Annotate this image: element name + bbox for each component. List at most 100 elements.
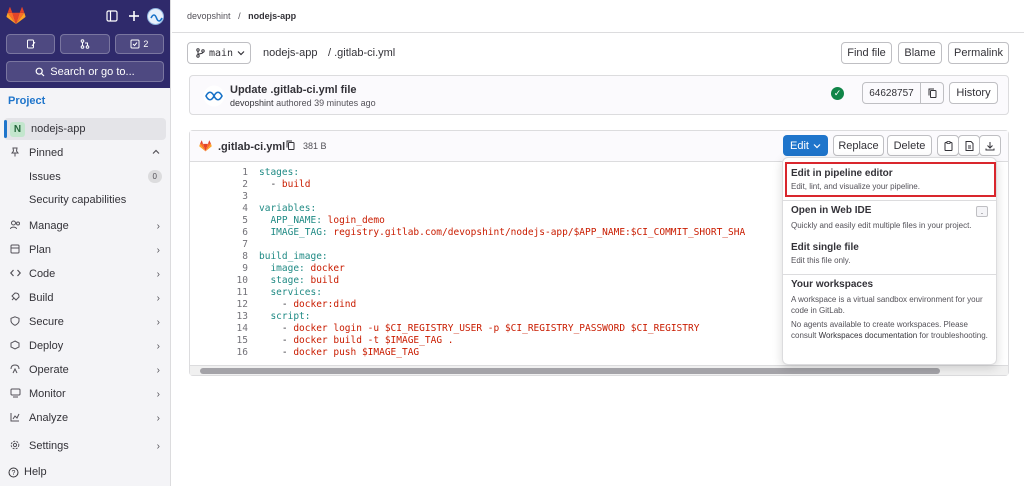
- line-number[interactable]: 4: [210, 203, 248, 215]
- commit-sha[interactable]: 64628757: [863, 83, 921, 103]
- line-number[interactable]: 8: [210, 251, 248, 263]
- workspaces-desc: A workspace is a virtual sandbox environ…: [791, 295, 983, 315]
- line-number[interactable]: 10: [210, 275, 248, 287]
- author-avatar[interactable]: [203, 85, 225, 107]
- chevron-right-icon: ›: [156, 440, 160, 452]
- breadcrumb-group[interactable]: devopshint: [187, 11, 231, 21]
- pipeline-passed-icon[interactable]: ✓: [831, 87, 844, 100]
- replace-button[interactable]: Replace: [833, 135, 884, 156]
- commit-sha-group: 64628757: [862, 82, 944, 104]
- sidebar-item-operate[interactable]: Operate ›: [0, 358, 170, 382]
- gear-icon: [8, 440, 22, 453]
- commit-title[interactable]: Update .gitlab-ci.yml file: [230, 84, 357, 96]
- line-number[interactable]: 14: [210, 323, 248, 335]
- search-label: Search or go to...: [50, 65, 135, 78]
- permalink-button[interactable]: Permalink: [948, 42, 1009, 64]
- search-button[interactable]: Search or go to...: [6, 61, 164, 82]
- menu-divider: [783, 200, 996, 201]
- project-name: nodejs-app: [31, 123, 86, 135]
- edit-dropdown-button[interactable]: Edit: [783, 135, 828, 156]
- todos-button[interactable]: 2: [114, 34, 164, 54]
- sidebar-item-monitor[interactable]: Monitor ›: [0, 382, 170, 406]
- sidebar-item-analyze[interactable]: Analyze ›: [0, 406, 170, 430]
- shield-icon: [8, 315, 22, 329]
- file-size: 381 B: [303, 141, 327, 151]
- deploy-icon: [8, 339, 22, 353]
- scrollbar-thumb[interactable]: [200, 368, 940, 374]
- toggle-sidebar-icon[interactable]: [103, 7, 121, 25]
- line-number[interactable]: 9: [210, 263, 248, 275]
- line-number[interactable]: 1: [210, 167, 248, 179]
- sidebar-item-manage[interactable]: Manage ›: [0, 214, 170, 238]
- plan-label: Plan: [29, 244, 52, 256]
- line-number[interactable]: 6: [210, 227, 248, 239]
- edit-dropdown-menu: Edit in pipeline editor Edit, lint, and …: [782, 157, 997, 365]
- line-text: services:: [259, 287, 322, 298]
- gitlab-logo[interactable]: [6, 7, 26, 25]
- menu-item-edit-single-file[interactable]: Edit single file Edit this file only.: [791, 242, 988, 266]
- issues-count-button[interactable]: [6, 34, 56, 54]
- find-file-button[interactable]: Find file: [841, 42, 892, 64]
- history-button[interactable]: History: [949, 82, 998, 104]
- menu-divider: [783, 274, 996, 275]
- analyze-label: Analyze: [29, 412, 69, 424]
- copy-icon[interactable]: [921, 83, 943, 103]
- file-name: .gitlab-ci.yml: [218, 141, 286, 153]
- sidebar-item-project[interactable]: N nodejs-app: [4, 118, 166, 140]
- line-number[interactable]: 11: [210, 287, 248, 299]
- sidebar-item-pinned[interactable]: Pinned: [0, 141, 170, 165]
- line-number[interactable]: 5: [210, 215, 248, 227]
- horizontal-scrollbar[interactable]: [190, 365, 1008, 375]
- single-file-desc: Edit this file only.: [791, 256, 851, 265]
- copy-contents-button[interactable]: [937, 135, 959, 156]
- line-number[interactable]: 3: [210, 191, 248, 203]
- user-avatar[interactable]: [147, 7, 164, 25]
- menu-item-pipeline-editor[interactable]: Edit in pipeline editor Edit, lint, and …: [791, 168, 988, 192]
- path-project[interactable]: nodejs-app: [263, 47, 317, 59]
- line-number[interactable]: 7: [210, 239, 248, 251]
- line-number[interactable]: 13: [210, 311, 248, 323]
- sidebar-item-issues[interactable]: Issues 0: [0, 165, 170, 188]
- plus-icon[interactable]: [125, 7, 143, 25]
- issues-label: Issues: [29, 170, 61, 183]
- download-button[interactable]: [979, 135, 1001, 156]
- commit-time: authored 39 minutes ago: [276, 98, 376, 108]
- chevron-right-icon: ›: [156, 388, 160, 400]
- search-icon: [35, 67, 45, 76]
- breadcrumb-project[interactable]: nodejs-app: [248, 11, 296, 21]
- line-text: stages:: [259, 167, 300, 178]
- sidebar-item-deploy[interactable]: Deploy ›: [0, 334, 170, 358]
- copy-path-icon[interactable]: [286, 140, 295, 153]
- chevron-down-icon: [237, 51, 245, 56]
- sidebar-item-secure[interactable]: Secure ›: [0, 310, 170, 334]
- line-number[interactable]: 12: [210, 299, 248, 311]
- branch-selector[interactable]: main: [187, 42, 251, 64]
- commit-author[interactable]: devopshint: [230, 98, 274, 108]
- open-raw-button[interactable]: [958, 135, 980, 156]
- menu-item-web-ide[interactable]: Open in Web IDE Quickly and easily edit …: [791, 205, 988, 231]
- project-section-label: Project: [8, 95, 46, 107]
- sidebar-item-build[interactable]: Build ›: [0, 286, 170, 310]
- header-divider: [172, 32, 1024, 33]
- rocket-icon: [8, 291, 22, 305]
- plan-icon: [8, 244, 22, 257]
- branch-icon: [196, 48, 205, 58]
- line-number[interactable]: 2: [210, 179, 248, 191]
- sidebar-item-plan[interactable]: Plan ›: [0, 238, 170, 262]
- delete-button[interactable]: Delete: [887, 135, 932, 156]
- sidebar-item-code[interactable]: Code ›: [0, 262, 170, 286]
- manage-label: Manage: [29, 220, 69, 232]
- build-label: Build: [29, 292, 54, 304]
- pinned-label: Pinned: [29, 147, 64, 159]
- help-button[interactable]: ? Help: [8, 466, 47, 478]
- sidebar-item-settings[interactable]: Settings ›: [0, 434, 170, 458]
- merge-requests-button[interactable]: [60, 34, 110, 54]
- chevron-right-icon: ›: [156, 316, 160, 328]
- blame-button[interactable]: Blame: [898, 42, 942, 64]
- sidebar-item-security-capabilities[interactable]: Security capabilities: [0, 188, 170, 211]
- todo-icon: [130, 39, 140, 49]
- workspaces-docs-link[interactable]: Workspaces documentation: [819, 331, 918, 340]
- line-number[interactable]: 16: [210, 347, 248, 359]
- line-number[interactable]: 15: [210, 335, 248, 347]
- code-label: Code: [29, 268, 56, 280]
